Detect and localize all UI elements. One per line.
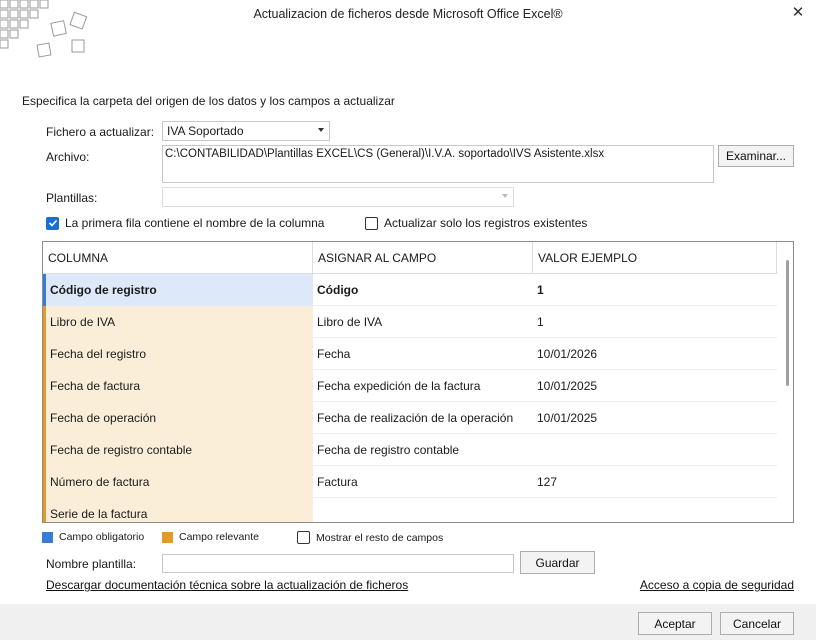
chevron-down-icon bbox=[502, 194, 508, 198]
guardar-button[interactable]: Guardar bbox=[520, 551, 595, 574]
chevron-down-icon bbox=[318, 128, 324, 132]
examinar-button[interactable]: Examinar... bbox=[718, 145, 794, 167]
fichero-value: IVA Soportado bbox=[167, 124, 244, 138]
cell-valor bbox=[533, 434, 777, 466]
cell-valor: 1 bbox=[537, 283, 544, 297]
legend-relevante: Campo relevante bbox=[162, 531, 259, 543]
cell-valor: 1 bbox=[537, 315, 544, 329]
cell-columna: Fecha de operación bbox=[43, 402, 313, 434]
checkbox-unchecked-icon bbox=[365, 216, 378, 230]
cell-valor: 127 bbox=[537, 475, 558, 489]
cell-columna: Serie de la factura bbox=[43, 498, 313, 522]
cell-campo[interactable]: Fecha expedición de la factura bbox=[313, 370, 533, 402]
window-title: Actualizacion de ficheros desde Microsof… bbox=[253, 7, 563, 21]
cell-columna: Fecha de factura bbox=[43, 370, 313, 402]
nombre-plantilla-input[interactable] bbox=[162, 554, 514, 573]
table-row[interactable]: Código de registro Código 1 bbox=[43, 274, 777, 306]
plantillas-select[interactable] bbox=[162, 187, 514, 207]
cell-valor: 10/01/2025 bbox=[537, 411, 598, 425]
header-columna[interactable]: COLUMNA bbox=[43, 242, 313, 274]
plantillas-label: Plantillas: bbox=[46, 191, 98, 205]
close-icon[interactable]: ✕ bbox=[788, 2, 808, 22]
show-rest-checkbox[interactable]: Mostrar el resto de campos bbox=[297, 531, 443, 544]
table-row[interactable]: Libro de IVA Libro de IVA 1 bbox=[43, 306, 777, 338]
show-rest-label: Mostrar el resto de campos bbox=[316, 531, 444, 544]
cell-columna: Libro de IVA bbox=[43, 306, 313, 338]
fichero-label: Fichero a actualizar: bbox=[46, 125, 155, 139]
cell-valor bbox=[533, 498, 777, 522]
aceptar-button[interactable]: Aceptar bbox=[638, 612, 712, 635]
instructions-text: Especifica la carpeta del origen de los … bbox=[22, 94, 395, 108]
legend-relevante-label: Campo relevante bbox=[179, 531, 259, 543]
cell-campo[interactable]: Fecha de realización de la operación bbox=[313, 402, 533, 434]
only-existing-checkbox[interactable]: Actualizar solo los registros existentes bbox=[365, 216, 587, 230]
fichero-select[interactable]: IVA Soportado bbox=[162, 121, 330, 141]
table-row[interactable]: Fecha de operación Fecha de realización … bbox=[43, 402, 777, 434]
header-valor[interactable]: VALOR EJEMPLO bbox=[533, 242, 777, 274]
cell-campo[interactable]: Fecha de registro contable bbox=[313, 434, 533, 466]
table-row[interactable]: Fecha de registro contable Fecha de regi… bbox=[43, 434, 777, 466]
cell-campo[interactable]: Código bbox=[313, 274, 533, 306]
legend-obligatorio-label: Campo obligatorio bbox=[59, 531, 145, 543]
cell-campo[interactable]: Factura bbox=[313, 466, 533, 498]
cancelar-button[interactable]: Cancelar bbox=[720, 612, 794, 635]
cell-columna: Fecha de registro contable bbox=[43, 434, 313, 466]
documentation-link[interactable]: Descargar documentación técnica sobre la… bbox=[46, 578, 408, 592]
mapping-grid[interactable]: COLUMNA ASIGNAR AL CAMPO VALOR EJEMPLO C… bbox=[42, 241, 794, 523]
cell-columna: Número de factura bbox=[43, 466, 313, 498]
backup-link[interactable]: Acceso a copia de seguridad bbox=[640, 578, 794, 592]
legend-swatch-orange bbox=[162, 531, 173, 543]
table-row[interactable]: Serie de la factura bbox=[43, 498, 777, 522]
header-asignar[interactable]: ASIGNAR AL CAMPO bbox=[313, 242, 533, 274]
first-row-label: La primera fila contiene el nombre de la… bbox=[65, 216, 325, 230]
grid-scrollbar[interactable] bbox=[786, 260, 789, 386]
legend-swatch-blue bbox=[42, 531, 53, 543]
first-row-checkbox[interactable]: La primera fila contiene el nombre de la… bbox=[46, 216, 324, 230]
cell-columna: Código de registro bbox=[43, 274, 313, 306]
cell-campo[interactable]: Libro de IVA bbox=[313, 306, 533, 338]
checkbox-checked-icon bbox=[46, 216, 59, 230]
table-row[interactable]: Número de factura Factura 127 bbox=[43, 466, 777, 498]
cell-valor: 10/01/2025 bbox=[537, 379, 598, 393]
cell-campo[interactable] bbox=[313, 498, 533, 522]
table-row[interactable]: Fecha del registro Fecha 10/01/2026 bbox=[43, 338, 777, 370]
checkbox-unchecked-icon bbox=[297, 531, 310, 544]
legend-obligatorio: Campo obligatorio bbox=[42, 531, 144, 543]
cell-columna: Fecha del registro bbox=[43, 338, 313, 370]
table-row[interactable]: Fecha de factura Fecha expedición de la … bbox=[43, 370, 777, 402]
cell-campo[interactable]: Fecha bbox=[313, 338, 533, 370]
grid-header: COLUMNA ASIGNAR AL CAMPO VALOR EJEMPLO bbox=[43, 242, 777, 274]
archivo-field[interactable]: C:\CONTABILIDAD\Plantillas EXCEL\CS (Gen… bbox=[162, 145, 714, 183]
cell-valor: 10/01/2026 bbox=[537, 347, 598, 361]
archivo-label: Archivo: bbox=[46, 150, 90, 164]
nombre-plantilla-label: Nombre plantilla: bbox=[46, 557, 137, 571]
only-existing-label: Actualizar solo los registros existentes bbox=[384, 216, 588, 230]
